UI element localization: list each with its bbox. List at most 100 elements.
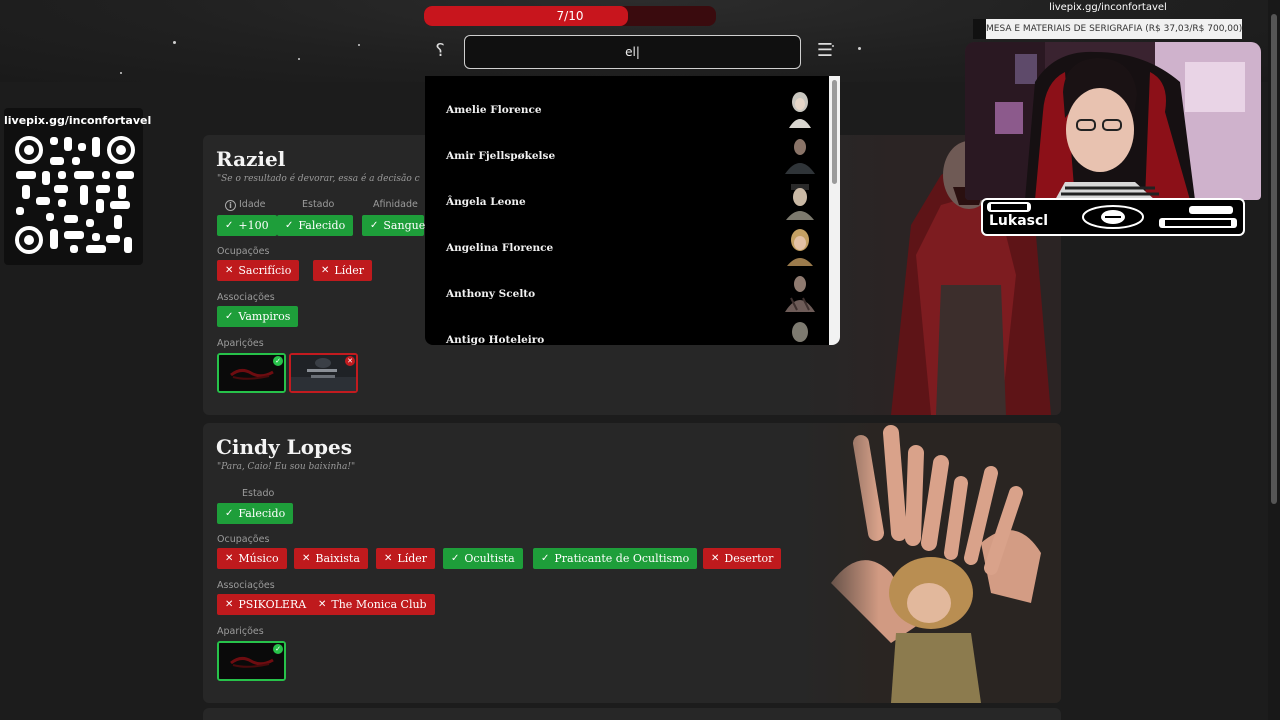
check-icon: ✓ bbox=[541, 553, 550, 564]
decor-star bbox=[858, 47, 861, 50]
suggestion-name: Ângela Leone bbox=[446, 196, 526, 208]
goal-banner-edge bbox=[973, 19, 987, 39]
streamer-logo-icon bbox=[1082, 205, 1144, 229]
progress-text: 7/10 bbox=[556, 9, 584, 23]
suggestion-name: Antigo Hoteleiro bbox=[446, 334, 545, 345]
page-scrollbar[interactable] bbox=[1268, 0, 1280, 720]
qr-title: livepix.gg/inconfortavel bbox=[4, 114, 152, 127]
decor-star bbox=[173, 41, 176, 44]
appearance-thumb[interactable]: ✕ bbox=[289, 353, 358, 393]
check-icon: ✓ bbox=[285, 220, 294, 231]
overlay-link: livepix.gg/inconfortavel bbox=[1049, 2, 1167, 13]
livepix-qr-panel: livepix.gg/inconfortavel bbox=[4, 108, 152, 265]
decor-star bbox=[120, 72, 122, 74]
suggestion-item[interactable]: Antigo Hoteleiro bbox=[425, 312, 825, 345]
association-chip: ✕ PSIKOLERA bbox=[217, 594, 315, 615]
menu-button[interactable]: ☰ bbox=[814, 40, 836, 62]
character-name: Cindy Lopes bbox=[216, 435, 352, 459]
check-icon: ✓ bbox=[273, 644, 283, 654]
check-icon: ✓ bbox=[370, 220, 379, 231]
suggestions-scrollbar[interactable] bbox=[829, 76, 840, 345]
appearance-thumb[interactable]: ✓ bbox=[217, 353, 286, 393]
cross-icon: ✕ bbox=[225, 553, 234, 564]
stream-badge-icon bbox=[1159, 206, 1237, 228]
qr-code-icon bbox=[14, 135, 136, 255]
appearance-thumb[interactable]: ✓ bbox=[217, 641, 286, 681]
state-label: Estado bbox=[302, 199, 335, 210]
character-avatar bbox=[781, 134, 819, 174]
check-icon: ✓ bbox=[273, 356, 283, 366]
suggestion-item[interactable]: Angelina Florence bbox=[425, 220, 825, 266]
associations-label: Associações bbox=[217, 292, 275, 303]
search-input[interactable] bbox=[464, 35, 801, 69]
character-avatar bbox=[781, 88, 819, 128]
stream-overlay: livepix.gg/inconfortavel MESA E MATERIAI… bbox=[963, 0, 1261, 240]
suggestion-name: Amelie Florence bbox=[446, 104, 542, 116]
occupation-chip: ✕ Sacrifício bbox=[217, 260, 300, 281]
search-suggestions: Amelie Florence Amir Fjellspøkelse Ângel… bbox=[425, 76, 840, 345]
streamer-nameplate: Lukascl bbox=[981, 198, 1245, 236]
webcam-image bbox=[965, 42, 1261, 200]
state-chip: ✓ Falecido bbox=[217, 503, 294, 524]
suggestion-name: Amir Fjellspøkelse bbox=[446, 150, 556, 162]
suggestion-name: Angelina Florence bbox=[446, 242, 554, 254]
age-chip: ✓ +100 bbox=[217, 215, 277, 236]
occupation-chip: ✕ Líder bbox=[376, 548, 436, 569]
streamer-name: Lukascl bbox=[989, 213, 1049, 229]
cross-icon: ✕ bbox=[225, 265, 234, 276]
page-scrollbar-thumb[interactable] bbox=[1271, 14, 1277, 504]
progress-bar: 7/10 bbox=[424, 6, 716, 26]
character-avatar bbox=[781, 272, 819, 312]
occupation-chip: ✓ Ocultista bbox=[443, 548, 523, 569]
cross-icon: ✕ bbox=[225, 599, 234, 610]
associations-label: Associações bbox=[217, 580, 275, 591]
decor-star bbox=[358, 44, 360, 46]
occupation-chip: ✕ Músico bbox=[217, 548, 287, 569]
character-name: Raziel bbox=[216, 147, 286, 171]
question-hint-icon: ⸮ bbox=[435, 40, 445, 61]
hint-button[interactable]: ⸮ bbox=[430, 40, 450, 62]
suggestion-item[interactable]: Anthony Scelto bbox=[425, 266, 825, 312]
cross-icon: ✕ bbox=[345, 356, 355, 366]
character-artwork bbox=[801, 423, 1061, 703]
occupations-label: Ocupações bbox=[217, 534, 270, 545]
cross-icon: ✕ bbox=[384, 553, 393, 564]
check-icon: ✓ bbox=[225, 311, 234, 322]
affinity-label: Afinidade bbox=[373, 199, 418, 210]
scrollbar-thumb[interactable] bbox=[832, 80, 837, 184]
affinity-chip: ✓ Sangue bbox=[362, 215, 425, 236]
state-chip: ✓ Falecido bbox=[277, 215, 354, 236]
decor-star bbox=[298, 58, 300, 60]
state-label: Estado bbox=[242, 488, 275, 499]
occupations-label: Ocupações bbox=[217, 246, 270, 257]
association-chip: ✓ Vampiros bbox=[217, 306, 299, 327]
suggestion-item[interactable]: Ângela Leone bbox=[425, 174, 825, 220]
cross-icon: ✕ bbox=[321, 265, 330, 276]
stream-tag-icon bbox=[987, 202, 1031, 212]
age-label: i Idade bbox=[225, 199, 266, 211]
info-icon[interactable]: i bbox=[225, 200, 236, 211]
cross-icon: ✕ bbox=[318, 599, 327, 610]
character-avatar bbox=[781, 226, 819, 266]
character-avatar bbox=[781, 318, 819, 345]
webcam-feed bbox=[965, 42, 1261, 200]
occupation-chip: ✕ Baixista bbox=[294, 548, 368, 569]
suggestion-item[interactable]: Amelie Florence bbox=[425, 82, 825, 128]
association-chip: ✕ The Monica Club bbox=[310, 594, 435, 615]
cross-icon: ✕ bbox=[711, 553, 720, 564]
occupation-chip: ✕ Líder bbox=[313, 260, 373, 281]
suggestion-item[interactable]: Amir Fjellspøkelse bbox=[425, 128, 825, 174]
check-icon: ✓ bbox=[225, 508, 234, 519]
goal-banner: MESA E MATERIAIS DE SERIGRAFIA (R$ 37,03… bbox=[986, 19, 1242, 39]
occupation-chip: ✕ Desertor bbox=[703, 548, 782, 569]
character-quote: "Se o resultado é devorar, essa é a deci… bbox=[217, 174, 420, 184]
occupation-chip: ✓ Praticante de Ocultismo bbox=[533, 548, 698, 569]
character-avatar bbox=[781, 180, 819, 220]
appearances-label: Aparições bbox=[217, 626, 264, 637]
check-icon: ✓ bbox=[451, 553, 460, 564]
appearances-label: Aparições bbox=[217, 338, 264, 349]
character-card-partial bbox=[203, 708, 1061, 720]
character-quote: "Para, Caio! Eu sou baixinha!" bbox=[217, 462, 356, 472]
cross-icon: ✕ bbox=[302, 553, 311, 564]
check-icon: ✓ bbox=[225, 220, 234, 231]
